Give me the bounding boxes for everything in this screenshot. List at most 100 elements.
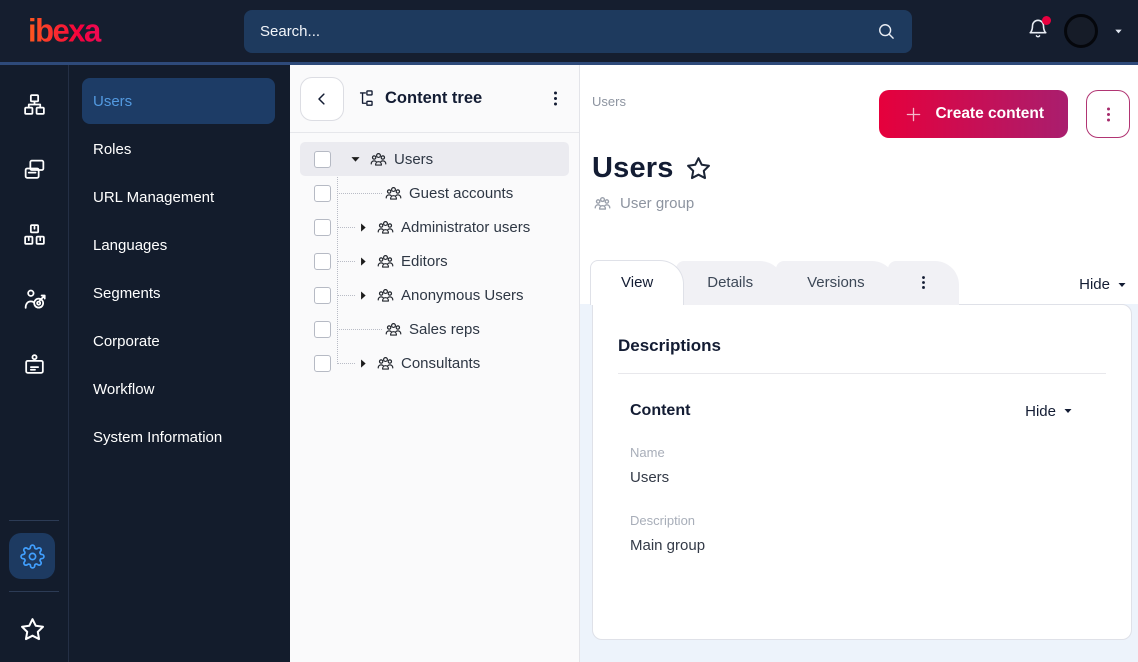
tree-item-sales-reps[interactable]: Sales reps xyxy=(300,312,569,346)
user-group-icon xyxy=(376,286,395,305)
content-tree-icon xyxy=(357,89,376,108)
tree-item-anonymous-users[interactable]: Anonymous Users xyxy=(300,278,569,312)
plus-icon xyxy=(903,104,924,125)
main-body: Descriptions Content Hide Name Users Descr… xyxy=(580,304,1138,662)
tree-connector xyxy=(337,328,382,330)
search-icon[interactable] xyxy=(876,21,896,41)
icon-rail xyxy=(0,65,69,662)
notifications-bell-icon[interactable] xyxy=(1027,15,1051,45)
bookmark-star-icon[interactable] xyxy=(685,155,712,182)
caret-collapsed-icon[interactable] xyxy=(355,357,371,370)
sitemap-icon[interactable] xyxy=(11,81,57,127)
field-label: Description xyxy=(630,513,696,528)
tab-view[interactable]: View xyxy=(590,260,685,305)
field-value: Main group xyxy=(630,537,706,554)
tree-item-label: Sales reps xyxy=(409,320,480,338)
sidebar-item-workflow[interactable]: Workflow xyxy=(82,366,275,412)
content-tree-panel: Content tree Users Guest accounts Administ… xyxy=(290,65,580,662)
topbar-right xyxy=(1027,14,1124,48)
caret-collapsed-icon[interactable] xyxy=(355,221,371,234)
user-group-icon xyxy=(384,184,403,203)
tab-versions[interactable]: Versions xyxy=(776,261,896,305)
sidebar-item-users[interactable]: Users xyxy=(82,78,275,124)
user-group-icon xyxy=(376,252,395,271)
header-actions: Create content xyxy=(879,90,1130,138)
tree-item-label: Users xyxy=(394,150,434,168)
tree-item-label: Consultants xyxy=(401,354,481,372)
tab-more-kebab[interactable] xyxy=(887,261,959,305)
tab-details[interactable]: Details xyxy=(676,261,785,305)
sidebar-item-system-information[interactable]: System Information xyxy=(82,414,275,460)
tree-checkbox[interactable] xyxy=(314,184,331,202)
rail-top-icons xyxy=(11,81,57,406)
sidebar-item-roles[interactable]: Roles xyxy=(82,126,275,172)
caret-collapsed-icon[interactable] xyxy=(355,255,371,268)
descriptions-heading: Descriptions xyxy=(618,336,721,355)
tree-item-administrator-users[interactable]: Administrator users xyxy=(300,210,569,244)
gear-icon[interactable] xyxy=(9,533,55,579)
tree-connector xyxy=(337,362,355,364)
tree-item-editors[interactable]: Editors xyxy=(300,244,569,278)
tree-checkbox[interactable] xyxy=(314,252,331,270)
tree-item-consultants[interactable]: Consultants xyxy=(300,346,569,380)
field-description: Description Main group xyxy=(630,513,1106,554)
star-icon[interactable] xyxy=(9,606,55,652)
caret-collapsed-icon[interactable] xyxy=(355,289,371,302)
field-list: Name Users Description Main group xyxy=(630,445,1106,554)
app-root: ibexa UsersRolesURL ManagementLanguagesS… xyxy=(0,0,1138,662)
global-search[interactable] xyxy=(244,9,912,53)
field-name: Name Users xyxy=(630,445,1106,486)
tree-item-label: Editors xyxy=(401,252,448,270)
personalization-icon[interactable] xyxy=(11,276,57,322)
sidebar-item-segments[interactable]: Segments xyxy=(82,270,275,316)
tree-connector xyxy=(337,192,382,194)
breadcrumb[interactable]: Users xyxy=(592,94,626,109)
topbar: ibexa xyxy=(0,0,1138,65)
content-tree-header: Content tree xyxy=(290,65,579,133)
tree-checkbox[interactable] xyxy=(314,320,331,338)
caret-expanded-icon[interactable] xyxy=(347,153,363,166)
search-input[interactable] xyxy=(260,22,876,40)
tab-bar: View Details Versions Hide xyxy=(580,260,1138,305)
sidebar-item-languages[interactable]: Languages xyxy=(82,222,275,268)
id-badge-icon[interactable] xyxy=(11,341,57,387)
tree-connector xyxy=(337,294,355,296)
tree-checkbox[interactable] xyxy=(314,218,331,236)
content-tree-list: Users Guest accounts Administrator users Ed… xyxy=(290,133,579,380)
sidebar-item-url-management[interactable]: URL Management xyxy=(82,174,275,220)
user-avatar[interactable] xyxy=(1064,14,1098,48)
rail-bottom-icons xyxy=(9,533,59,662)
main-area: Users Create content Users User group Vi… xyxy=(580,65,1138,662)
content-row: Users Roles URL Management Languages Segment… xyxy=(0,65,1138,662)
create-content-button[interactable]: Create content xyxy=(879,90,1068,138)
notification-dot xyxy=(1042,15,1051,25)
content-type-badge: User group xyxy=(593,194,1138,213)
ibexa-logo[interactable]: ibexa xyxy=(28,12,122,50)
field-value: Users xyxy=(630,469,670,486)
view-tab-panel: Descriptions Content Hide Name Users Descr… xyxy=(592,304,1132,640)
tree-item-label: Guest accounts xyxy=(409,184,514,202)
user-group-icon xyxy=(593,194,612,213)
tree-kebab-menu-icon[interactable] xyxy=(546,89,565,108)
tree-checkbox[interactable] xyxy=(314,150,331,168)
tree-item-guest-accounts[interactable]: Guest accounts xyxy=(300,176,569,210)
pages-icon[interactable] xyxy=(11,146,57,192)
user-menu-caret-icon[interactable] xyxy=(1113,26,1124,37)
modules-icon[interactable] xyxy=(11,211,57,257)
hide-panel-toggle[interactable]: Hide xyxy=(1079,276,1138,305)
main-header: Users Create content Users User group Vi… xyxy=(580,65,1138,305)
content-kebab-menu-button[interactable] xyxy=(1086,90,1130,138)
tree-item-label: Administrator users xyxy=(401,218,531,236)
collapse-tree-button[interactable] xyxy=(300,76,344,121)
sidebar-item-corporate[interactable]: Corporate xyxy=(82,318,275,364)
tree-checkbox[interactable] xyxy=(314,354,331,372)
content-tree-title: Content tree xyxy=(385,89,483,107)
rail-divider xyxy=(9,520,59,521)
tree-item-users[interactable]: Users xyxy=(300,142,569,176)
tree-checkbox[interactable] xyxy=(314,286,331,304)
tree-item-label: Anonymous Users xyxy=(401,286,524,304)
section-divider xyxy=(618,373,1106,374)
rail-divider xyxy=(9,591,59,592)
content-hide-toggle[interactable]: Hide xyxy=(1025,403,1074,420)
sidebar-menu: Users Roles URL Management Languages Segment… xyxy=(69,65,290,662)
